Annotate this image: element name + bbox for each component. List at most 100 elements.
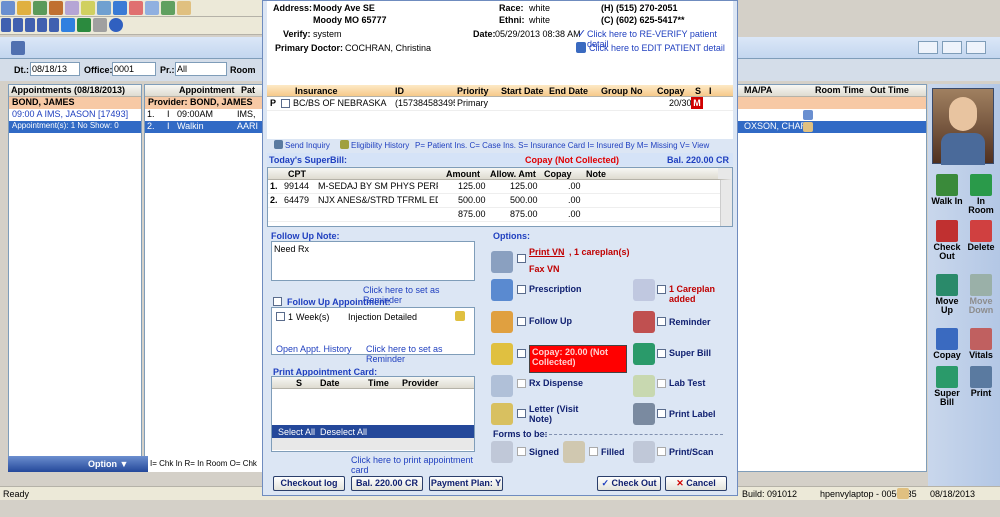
note-icon[interactable] <box>81 1 95 15</box>
next-icon[interactable] <box>25 18 35 32</box>
close-button[interactable] <box>966 41 986 54</box>
folder-icon[interactable] <box>49 1 63 15</box>
copay-warning-box[interactable]: Copay: 20.00 (Not Collected) <box>529 345 627 373</box>
print-label-checkbox[interactable] <box>657 409 666 418</box>
col-end-date[interactable]: End Date <box>549 86 588 96</box>
balance-button[interactable]: Bal. 220.00 CR <box>351 476 423 491</box>
print-label-option[interactable]: Print Label <box>669 409 716 419</box>
col-group-no[interactable]: Group No <box>601 86 643 96</box>
print-scan-checkbox[interactable] <box>657 447 666 456</box>
insurance-checkbox[interactable] <box>281 99 290 108</box>
col-pat[interactable]: Pat <box>241 85 255 95</box>
deselect-all-button[interactable]: Deselect All <box>320 427 367 437</box>
col-s[interactable]: S <box>695 86 701 96</box>
select-all-button[interactable]: Select All <box>278 427 315 437</box>
col-insurance[interactable]: Insurance <box>295 86 338 96</box>
letter-checkbox[interactable] <box>517 409 526 418</box>
report-icon[interactable] <box>161 1 175 15</box>
edit-icon[interactable] <box>803 122 813 132</box>
chart-icon[interactable] <box>97 1 111 15</box>
print-vn-checkbox[interactable] <box>517 254 526 263</box>
open-history-link[interactable]: Open Appt. History <box>276 344 352 354</box>
print-scan-option[interactable]: Print/Scan <box>669 447 714 457</box>
date-field[interactable]: 08/18/13 <box>30 62 80 76</box>
table-row[interactable]: P BC/BS OF NEBRASKA (1573845834950 Prima… <box>267 97 733 111</box>
fax-vn-option[interactable]: Fax VN <box>529 264 560 274</box>
sort-icon[interactable] <box>49 18 59 32</box>
mail-icon[interactable] <box>177 1 191 15</box>
superbill-option[interactable]: Super Bill <box>669 348 711 358</box>
filled-checkbox[interactable] <box>589 447 598 456</box>
lab-icon[interactable] <box>129 1 143 15</box>
signed-checkbox[interactable] <box>517 447 526 456</box>
letter-option[interactable]: Letter (Visit Note) <box>529 404 585 424</box>
table-row[interactable]: 1. 99144 M-SEDAJ BY SM PHYS PERFRI 125.0… <box>268 180 720 194</box>
col-allow-amt[interactable]: Allow. Amt <box>490 169 536 179</box>
rx-dispense-option[interactable]: Rx Dispense <box>529 378 583 388</box>
col-i[interactable]: I <box>709 86 712 96</box>
col-priority[interactable]: Priority <box>457 86 489 96</box>
check-out-button[interactable]: Check Out <box>930 220 964 261</box>
careplan-option[interactable]: 1 Careplan added <box>669 284 725 304</box>
col-appointment[interactable]: Appointment <box>179 85 235 95</box>
edit-icon[interactable] <box>803 110 813 120</box>
horizontal-scrollbar[interactable] <box>272 438 474 450</box>
walk-in-button[interactable]: Walk In <box>930 174 964 206</box>
send-inquiry-link[interactable]: Send Inquiry <box>285 141 330 150</box>
scrollbar[interactable] <box>720 180 732 226</box>
table-row[interactable]: 1. I 09:00AM IMS, <box>145 109 265 121</box>
col-copay[interactable]: Copay <box>544 169 572 179</box>
lab-test-checkbox[interactable] <box>657 379 666 388</box>
checkout-log-button[interactable]: Checkout log <box>273 476 345 491</box>
signed-option[interactable]: Signed <box>529 447 559 457</box>
reminder-checkbox[interactable] <box>657 317 666 326</box>
col-note[interactable]: Note <box>586 169 606 179</box>
reminder-option[interactable]: Reminder <box>669 317 711 327</box>
set-reminder-link-2[interactable]: Click here to set as Reminder <box>366 344 474 364</box>
prev-icon[interactable] <box>13 18 23 32</box>
settings-icon[interactable] <box>145 1 159 15</box>
super-bill-button[interactable]: Super Bill <box>930 366 964 407</box>
print-vn-option[interactable]: Print VN <box>529 247 565 257</box>
payment-plan-button[interactable]: Payment Plan: Y <box>429 476 503 491</box>
first-icon[interactable] <box>1 18 11 32</box>
delete-button[interactable]: Delete <box>964 220 998 252</box>
followup-item-checkbox[interactable] <box>276 312 285 321</box>
move-down-button[interactable]: Move Down <box>964 274 998 315</box>
col-mapa[interactable]: MA/PA <box>744 85 772 95</box>
col-copay[interactable]: Copay <box>657 86 685 96</box>
close-circle-icon[interactable] <box>109 18 123 32</box>
calendar-icon[interactable] <box>455 311 465 321</box>
tools-icon[interactable] <box>93 18 107 32</box>
copay-checkbox[interactable] <box>517 349 526 358</box>
in-room-button[interactable]: In Room <box>964 174 998 215</box>
sync-icon[interactable] <box>113 1 127 15</box>
col-out-time[interactable]: Out Time <box>870 85 909 95</box>
document-icon[interactable] <box>65 1 79 15</box>
maximize-button[interactable] <box>942 41 962 54</box>
check-out-button[interactable]: ✓ Check Out <box>597 476 661 491</box>
edit-patient-link[interactable]: Click here to EDIT PATIENT detail <box>589 43 725 53</box>
last-icon[interactable] <box>37 18 47 32</box>
prescription-option[interactable]: Prescription <box>529 284 582 294</box>
careplan-checkbox[interactable] <box>657 285 666 294</box>
copay-button[interactable]: Copay <box>930 328 964 360</box>
superbill-checkbox[interactable] <box>657 349 666 358</box>
minimize-button[interactable] <box>918 41 938 54</box>
col-cpt[interactable]: CPT <box>288 169 306 179</box>
col-start-date[interactable]: Start Date <box>501 86 544 96</box>
option-button[interactable]: Option ▼ <box>88 459 128 469</box>
col-room-time[interactable]: Room Time <box>815 85 864 95</box>
move-up-button[interactable]: Move Up <box>930 274 964 315</box>
calendar-icon[interactable] <box>33 1 47 15</box>
followup-note-field[interactable]: Need Rx <box>271 241 475 281</box>
appointment-row[interactable]: 09:00 A IMS, JASON [17493] <box>9 109 141 121</box>
col-id[interactable]: ID <box>395 86 404 96</box>
missing-badge[interactable]: M <box>691 97 703 109</box>
user-icon[interactable] <box>17 1 31 15</box>
eligibility-history-link[interactable]: Eligibility History <box>351 141 409 150</box>
lab-test-option[interactable]: Lab Test <box>669 378 705 388</box>
patient-group-row[interactable]: BOND, JAMES <box>9 97 141 109</box>
cancel-button[interactable]: ✕ Cancel <box>665 476 727 491</box>
provider-select[interactable]: All <box>175 62 227 76</box>
